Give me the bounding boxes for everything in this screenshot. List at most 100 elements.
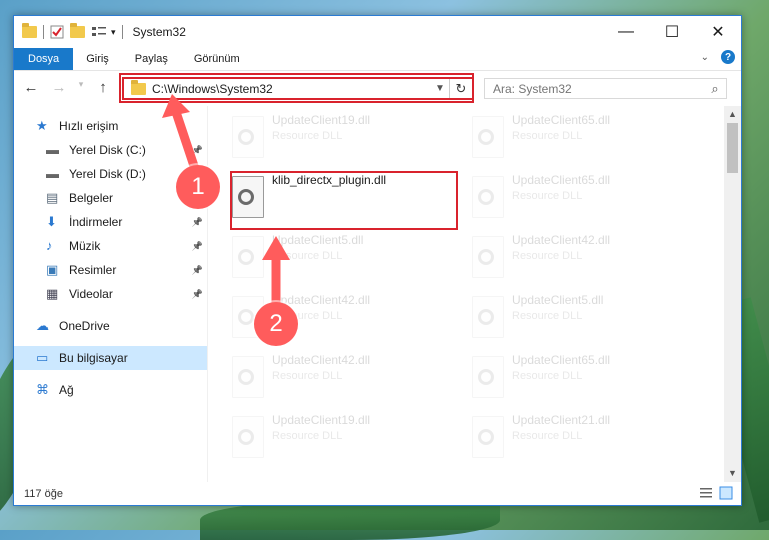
file-name: UpdateClient5.dll xyxy=(272,233,364,247)
network-icon: ⌘ xyxy=(36,382,49,397)
sidebar-item[interactable]: ⌘ Ağ xyxy=(14,378,207,402)
view-options-icon[interactable] xyxy=(91,25,106,39)
gear-icon xyxy=(478,249,494,265)
tab-home[interactable]: Giriş xyxy=(73,48,122,70)
address-dropdown-icon[interactable]: ▼ xyxy=(431,83,449,94)
sidebar-item-label: Resimler xyxy=(69,263,117,277)
file-item[interactable]: UpdateClient5.dll Resource DLL xyxy=(228,230,460,286)
gear-icon xyxy=(478,309,494,325)
help-icon[interactable]: ? xyxy=(721,50,735,64)
sidebar-item[interactable]: ☁ OneDrive xyxy=(14,314,207,338)
scrollbar-thumb[interactable] xyxy=(727,123,738,173)
ribbon-tabs: Dosya Giriş Paylaş Görünüm ⌄ ? xyxy=(14,48,741,71)
file-item[interactable]: UpdateClient19.dll Resource DLL xyxy=(228,110,460,166)
file-name: UpdateClient65.dll xyxy=(512,113,611,127)
gear-icon xyxy=(238,129,254,145)
gear-icon xyxy=(478,129,494,145)
large-icons-view-icon[interactable] xyxy=(719,486,733,500)
sidebar-item[interactable]: ⬇ İndirmeler 📌 xyxy=(14,210,207,234)
gear-icon xyxy=(238,309,254,325)
gear-icon xyxy=(238,249,254,265)
forward-button[interactable]: → xyxy=(48,79,70,96)
tab-share[interactable]: Paylaş xyxy=(122,48,181,70)
step-1-badge: 1 xyxy=(176,165,220,209)
pin-icon[interactable]: 📌 xyxy=(192,241,203,252)
content-area: ★ Hızlı erişim ▬ Yerel Disk (C:) 📌 ▬ Yerel Dis… xyxy=(14,106,741,482)
explorer-window: ▾ System32 — ☐ ✕ Dosya Giriş Paylaş Görü… xyxy=(13,15,742,506)
back-button[interactable]: ← xyxy=(20,79,42,96)
file-name: UpdateClient65.dll xyxy=(512,173,611,187)
file-type: Resource DLL xyxy=(272,130,343,142)
folder-icon[interactable] xyxy=(22,23,37,38)
sidebar-item-label: Yerel Disk (C:) xyxy=(69,143,146,157)
gear-icon xyxy=(238,369,254,385)
title-bar: ▾ System32 — ☐ ✕ xyxy=(14,16,741,48)
cloud-icon: ☁ xyxy=(36,318,49,333)
close-button[interactable]: ✕ xyxy=(695,16,741,48)
pin-icon[interactable]: 📌 xyxy=(192,145,203,156)
computer-icon: ▭ xyxy=(36,350,49,365)
file-item[interactable]: UpdateClient65.dll Resource DLL xyxy=(468,170,700,226)
video-icon: ▦ xyxy=(46,286,59,301)
maximize-button[interactable]: ☐ xyxy=(649,16,695,48)
details-view-icon[interactable] xyxy=(699,486,713,500)
file-type: Resource DLL xyxy=(272,250,343,262)
recent-locations-icon[interactable]: ▾ xyxy=(76,79,86,96)
dll-file-icon xyxy=(232,416,264,458)
customize-toolbar-dropdown-icon[interactable]: ▾ xyxy=(111,27,116,38)
file-type: Resource DLL xyxy=(512,310,583,322)
dll-file-icon xyxy=(232,176,264,218)
tab-view[interactable]: Görünüm xyxy=(181,48,253,70)
dll-file-icon xyxy=(232,236,264,278)
file-item[interactable]: UpdateClient65.dll Resource DLL xyxy=(468,350,700,406)
sidebar-list: ★ Hızlı erişim ▬ Yerel Disk (C:) 📌 ▬ Yerel Dis… xyxy=(14,106,207,402)
vertical-scrollbar[interactable]: ▲ ▼ xyxy=(724,106,741,482)
file-type: Resource DLL xyxy=(512,190,583,202)
up-button[interactable]: ↑ xyxy=(92,79,114,96)
expand-ribbon-icon[interactable]: ⌄ xyxy=(701,52,709,63)
sidebar-item[interactable]: ▣ Resimler 📌 xyxy=(14,258,207,282)
sidebar-item[interactable]: ♪ Müzik 📌 xyxy=(14,234,207,258)
sidebar-item-label: Videolar xyxy=(69,287,113,301)
file-type: Resource DLL xyxy=(512,370,583,382)
search-icon[interactable]: ⌕ xyxy=(704,81,726,97)
search-input[interactable] xyxy=(485,80,704,97)
minimize-button[interactable]: — xyxy=(603,16,649,48)
separator xyxy=(43,25,44,39)
file-item[interactable]: UpdateClient5.dll Resource DLL xyxy=(468,290,700,346)
file-name: UpdateClient42.dll xyxy=(512,233,611,247)
new-folder-icon[interactable] xyxy=(70,23,85,38)
file-name: klib_directx_plugin.dll xyxy=(272,173,387,187)
sidebar-item[interactable]: ▬ Yerel Disk (C:) 📌 xyxy=(14,138,207,162)
sidebar-item[interactable]: ▭ Bu bilgisayar xyxy=(14,346,207,370)
file-item[interactable]: UpdateClient65.dll Resource DLL xyxy=(468,110,700,166)
pin-icon[interactable]: 📌 xyxy=(192,289,203,300)
address-bar[interactable]: C:\Windows\System32 ▼ ↻ xyxy=(122,77,474,100)
scroll-down-icon[interactable]: ▼ xyxy=(724,465,741,482)
file-type: Resource DLL xyxy=(512,430,583,442)
drive-icon: ▬ xyxy=(46,166,59,181)
sidebar-item[interactable]: ★ Hızlı erişim xyxy=(14,114,207,138)
search-box[interactable]: ⌕ xyxy=(484,78,727,99)
properties-icon[interactable] xyxy=(50,25,64,39)
file-item[interactable]: UpdateClient42.dll Resource DLL xyxy=(228,350,460,406)
file-name: UpdateClient65.dll xyxy=(512,353,611,367)
file-item[interactable]: UpdateClient19.dll Resource DLL xyxy=(228,410,460,466)
refresh-icon[interactable]: ↻ xyxy=(449,79,472,98)
file-name: UpdateClient5.dll xyxy=(512,293,604,307)
file-name: UpdateClient42.dll xyxy=(272,353,371,367)
scroll-up-icon[interactable]: ▲ xyxy=(724,106,741,123)
file-item[interactable]: klib_directx_plugin.dll xyxy=(228,170,460,226)
quick-access-toolbar: ▾ xyxy=(14,23,123,39)
window-title: System32 xyxy=(132,25,186,39)
sidebar-item[interactable]: ▦ Videolar 📌 xyxy=(14,282,207,306)
dll-file-icon xyxy=(472,296,504,338)
gear-icon xyxy=(238,429,254,445)
address-path[interactable]: C:\Windows\System32 xyxy=(152,82,431,96)
file-item[interactable]: UpdateClient21.dll Resource DLL xyxy=(468,410,700,466)
pin-icon[interactable]: 📌 xyxy=(192,265,203,276)
tab-file[interactable]: Dosya xyxy=(14,48,74,70)
gear-icon xyxy=(478,429,494,445)
pin-icon[interactable]: 📌 xyxy=(192,217,203,228)
file-item[interactable]: UpdateClient42.dll Resource DLL xyxy=(468,230,700,286)
